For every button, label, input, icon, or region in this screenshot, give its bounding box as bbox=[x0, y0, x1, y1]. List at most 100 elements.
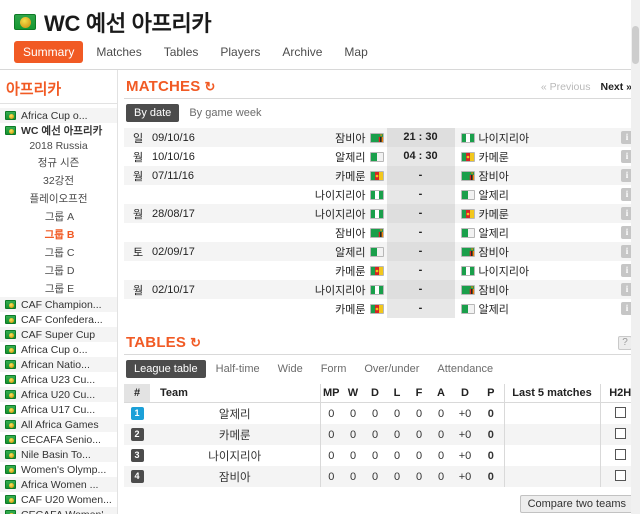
previous-link[interactable]: « Previous bbox=[541, 81, 591, 93]
sidebar-subitem[interactable]: 플레이오프전 bbox=[0, 189, 117, 207]
sidebar-heading: 아프리카 bbox=[0, 76, 117, 104]
subtab-form[interactable]: Form bbox=[313, 360, 355, 378]
col-mp: MP bbox=[319, 384, 342, 403]
sidebar-subitem[interactable]: 그룹 C bbox=[0, 243, 117, 261]
sidebar-item-league[interactable]: All Africa Games bbox=[0, 417, 117, 432]
table-row[interactable]: 1 알제리 0 0 0 0 0 0 +0 0 bbox=[124, 402, 640, 425]
subtab-attendance[interactable]: Attendance bbox=[429, 360, 501, 378]
subtab-over-under[interactable]: Over/under bbox=[356, 360, 427, 378]
match-row[interactable]: 카메룬 - 나이지리아 i bbox=[124, 261, 640, 280]
last5-cell bbox=[503, 466, 600, 487]
tab-map[interactable]: Map bbox=[335, 41, 376, 63]
col-team: Team bbox=[150, 384, 320, 403]
sidebar-item-league[interactable]: African Natio... bbox=[0, 357, 117, 372]
scrollbar-thumb[interactable] bbox=[632, 26, 639, 64]
h2h-checkbox[interactable] bbox=[614, 448, 626, 460]
league-table-body: 1 알제리 0 0 0 0 0 0 +0 0 2 카메룬 0 0 0 0 0 0 +0 0 3 나이지리아 0 0 0 0 0 0 +0… bbox=[124, 402, 640, 487]
sidebar-item-league[interactable]: WC 예선 아프리카 bbox=[0, 123, 117, 138]
league-flag-icon bbox=[5, 435, 16, 444]
next-link[interactable]: Next » bbox=[600, 81, 632, 93]
league-flag-icon bbox=[5, 510, 16, 514]
sidebar-subitem[interactable]: 32강전 bbox=[0, 171, 117, 189]
mp-cell: 0 bbox=[319, 445, 342, 466]
league-flag-icon bbox=[5, 375, 16, 384]
page-title-rest: 예선 아프리카 bbox=[85, 11, 212, 36]
team-name-cell[interactable]: 잠비아 bbox=[150, 466, 320, 487]
sidebar-item-league[interactable]: Africa Cup o... bbox=[0, 108, 117, 123]
away-team-name: 카메룬 bbox=[478, 151, 509, 164]
rank-badge: 2 bbox=[130, 428, 144, 441]
team-name-cell[interactable]: 알제리 bbox=[150, 403, 320, 425]
question-mark-icon[interactable]: ? bbox=[618, 335, 632, 350]
sidebar-item-league[interactable]: CAF Champion... bbox=[0, 297, 117, 312]
sidebar-item-league[interactable]: CAF Super Cup bbox=[0, 327, 117, 342]
h2h-checkbox[interactable] bbox=[614, 406, 626, 418]
match-row[interactable]: 잠비아 - 알제리 i bbox=[124, 223, 640, 242]
sidebar-subitem[interactable]: 정규 시즌 bbox=[0, 153, 117, 171]
sidebar-item-league[interactable]: Africa U23 Cu... bbox=[0, 372, 117, 387]
match-away-team: 잠비아 bbox=[455, 168, 615, 184]
table-row[interactable]: 3 나이지리아 0 0 0 0 0 0 +0 0 bbox=[124, 445, 640, 466]
sidebar-item-league[interactable]: CAF U20 Women... bbox=[0, 492, 117, 507]
team-name-cell[interactable]: 나이지리아 bbox=[150, 445, 320, 466]
subtab-wide[interactable]: Wide bbox=[270, 360, 311, 378]
table-row[interactable]: 2 카메룬 0 0 0 0 0 0 +0 0 bbox=[124, 424, 640, 445]
match-row[interactable]: 나이지리아 - 알제리 i bbox=[124, 185, 640, 204]
match-away-team: 잠비아 bbox=[455, 244, 615, 260]
flag-cameroon bbox=[369, 265, 384, 276]
sidebar-item-league[interactable]: Africa Cup o... bbox=[0, 342, 117, 357]
subtab-league-table[interactable]: League table bbox=[126, 360, 206, 378]
match-row[interactable]: 월 28/08/17 나이지리아 - 카메룬 i bbox=[124, 204, 640, 223]
sidebar-subitem[interactable]: 그룹 A bbox=[0, 207, 117, 225]
tab-matches[interactable]: Matches bbox=[87, 41, 150, 63]
home-team-name: 잠비아 bbox=[335, 227, 366, 240]
match-row[interactable]: 일 09/10/16 잠비아 21 : 30 나이지리아 i bbox=[124, 128, 640, 147]
refresh-icon[interactable]: ↻ bbox=[190, 335, 201, 351]
tables-title-group: TABLES ↻ bbox=[126, 334, 201, 351]
sidebar-subitem[interactable]: 그룹 D bbox=[0, 261, 117, 279]
a-cell: 0 bbox=[437, 449, 445, 462]
tab-tables[interactable]: Tables bbox=[155, 41, 208, 63]
match-row[interactable]: 월 02/10/17 나이지리아 - 잠비아 i bbox=[124, 280, 640, 299]
league-table-head: # Team MP W D L F A D P Last 5 matches H… bbox=[124, 384, 640, 403]
sidebar-item-league[interactable]: Women's Olymp... bbox=[0, 462, 117, 477]
compare-two-teams-button[interactable]: Compare two teams bbox=[519, 495, 634, 513]
tab-archive[interactable]: Archive bbox=[273, 41, 331, 63]
sidebar-subitem[interactable]: 그룹 E bbox=[0, 279, 117, 297]
h2h-checkbox[interactable] bbox=[614, 469, 626, 481]
tab-summary[interactable]: Summary bbox=[14, 41, 84, 63]
sidebar-item-league[interactable]: CAF Confedera... bbox=[0, 312, 117, 327]
away-team-name: 알제리 bbox=[478, 189, 509, 202]
goal-difference-cell: +0 bbox=[452, 424, 478, 445]
tab-players[interactable]: Players bbox=[211, 41, 269, 63]
sidebar-item-league[interactable]: Nile Basin To... bbox=[0, 447, 117, 462]
subtab-by-date[interactable]: By date bbox=[126, 104, 180, 122]
sidebar-subitem[interactable]: 그룹 B bbox=[0, 225, 117, 243]
subtab-half-time[interactable]: Half-time bbox=[208, 360, 268, 378]
page-scrollbar[interactable] bbox=[631, 0, 640, 514]
sidebar-subitem[interactable]: 2018 Russia bbox=[0, 138, 117, 153]
compare-row: Compare two teams bbox=[124, 487, 640, 513]
refresh-icon[interactable]: ↻ bbox=[204, 79, 215, 95]
subtab-by-game-week[interactable]: By game week bbox=[181, 104, 269, 122]
sidebar-item-label: All Africa Games bbox=[21, 418, 99, 431]
away-team-name: 알제리 bbox=[478, 303, 509, 316]
l-cell: 0 bbox=[386, 424, 408, 445]
sidebar-item-league[interactable]: Africa Women ... bbox=[0, 477, 117, 492]
match-row[interactable]: 토 02/09/17 알제리 - 잠비아 i bbox=[124, 242, 640, 261]
match-row[interactable]: 월 10/10/16 알제리 04 : 30 카메룬 i bbox=[124, 147, 640, 166]
match-date: 09/10/16 bbox=[152, 131, 195, 144]
col-p: P bbox=[478, 384, 504, 403]
sidebar-item-league[interactable]: CECAFA Senio... bbox=[0, 432, 117, 447]
match-row[interactable]: 월 07/11/16 카메룬 - 잠비아 i bbox=[124, 166, 640, 185]
sidebar-item-league[interactable]: Africa U20 Cu... bbox=[0, 387, 117, 402]
last5-cell bbox=[503, 402, 600, 424]
h2h-checkbox[interactable] bbox=[614, 427, 626, 439]
table-row[interactable]: 4 잠비아 0 0 0 0 0 0 +0 0 bbox=[124, 466, 640, 487]
sidebar-item-league[interactable]: CECAFA Women'... bbox=[0, 507, 117, 514]
match-away-team: 나이지리아 bbox=[455, 130, 615, 146]
team-name-cell[interactable]: 카메룬 bbox=[150, 424, 320, 445]
sidebar-item-league[interactable]: Africa U17 Cu... bbox=[0, 402, 117, 417]
league-flag-icon bbox=[5, 390, 16, 399]
match-row[interactable]: 카메룬 - 알제리 i bbox=[124, 299, 640, 318]
